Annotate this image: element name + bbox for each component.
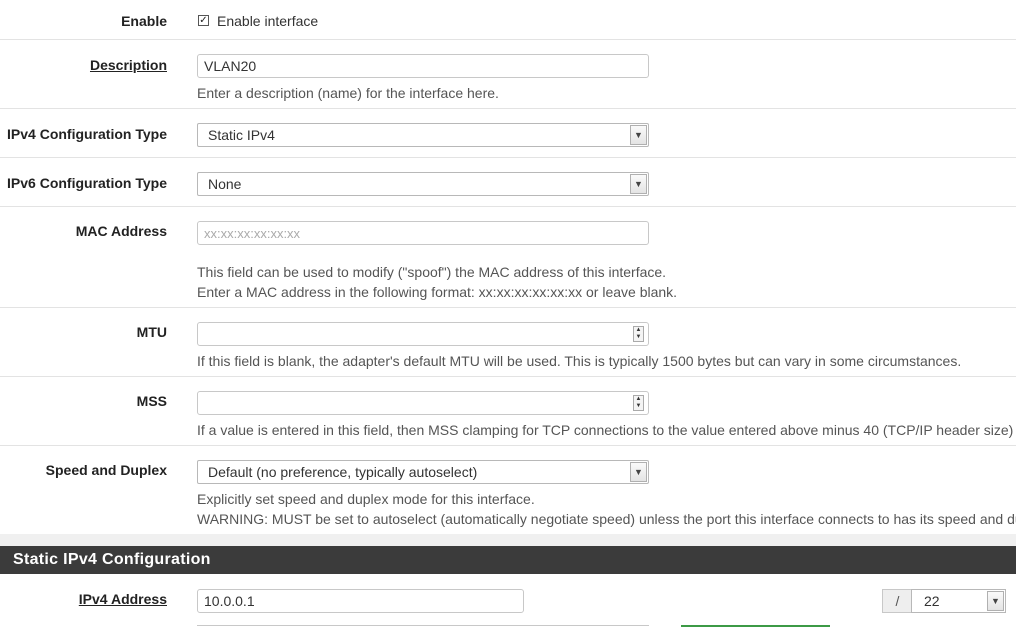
mss-row: MSS ▲ ▼ If a value is entered in this fie… [0,377,1016,446]
mac-label: MAC Address [75,223,167,239]
speed-help-line1: Explicitly set speed and duplex mode for… [197,491,535,507]
speed-select[interactable]: Default (no preference, typically autose… [197,460,649,484]
ipv6-type-row: IPv6 Configuration Type None ▼ [0,158,1016,207]
chevron-down-icon: ▼ [630,462,647,482]
ipv6-type-label: IPv6 Configuration Type [7,175,167,191]
enable-checkbox-label[interactable]: Enable interface [217,13,318,29]
section-gap [0,534,1016,546]
mac-help-line2: Enter a MAC address in the following for… [197,284,678,300]
description-help: Enter a description (name) for the inter… [197,85,499,101]
ipv4-address-row: IPv4 Address / 22 ▼ [0,574,1016,627]
mss-help: If a value is entered in this field, the… [197,422,1016,438]
description-input[interactable] [197,54,649,78]
mss-label: MSS [136,393,167,409]
ipv4-address-label: IPv4 Address [78,591,167,607]
description-row: Description Enter a description (name) f… [0,40,1016,109]
mac-help-line1: This field can be used to modify ("spoof… [197,264,667,280]
mac-input[interactable] [197,221,649,245]
description-label: Description [89,57,167,73]
mtu-row: MTU ▲ ▼ If this field is blank, the adapt… [0,308,1016,377]
speed-value: Default (no preference, typically autose… [208,464,478,480]
mtu-label: MTU [136,324,167,340]
ipv6-type-value: None [208,176,242,192]
ipv4-type-label: IPv4 Configuration Type [7,126,167,142]
ipv6-type-select[interactable]: None ▼ [197,172,649,196]
mss-input[interactable]: ▲ ▼ [197,391,649,415]
mtu-help: If this field is blank, the adapter's de… [197,353,962,369]
spinner-icon[interactable]: ▲ ▼ [633,395,644,411]
ipv4-address-input[interactable] [197,589,524,613]
cidr-select[interactable]: 22 ▼ [911,589,1006,613]
speed-label: Speed and Duplex [45,462,167,478]
mtu-input[interactable]: ▲ ▼ [197,322,649,346]
chevron-down-icon: ▼ [987,591,1004,611]
chevron-down-icon: ▼ [630,174,647,194]
speed-help-line2: WARNING: MUST be set to autoselect (auto… [197,511,1016,527]
static-ipv4-section-title: Static IPv4 Configuration [0,546,1016,574]
chevron-down-icon: ▼ [630,125,647,145]
enable-checkbox[interactable]: ✓ [198,15,209,26]
enable-label: Enable [121,13,167,29]
ipv4-type-row: IPv4 Configuration Type Static IPv4 ▼ [0,109,1016,158]
ipv4-type-value: Static IPv4 [208,127,275,143]
cidr-value: 22 [924,593,940,609]
mac-row: MAC Address This field can be used to mo… [0,207,1016,308]
spinner-icon[interactable]: ▲ ▼ [633,326,644,342]
cidr-slash: / [882,589,912,613]
ipv4-type-select[interactable]: Static IPv4 ▼ [197,123,649,147]
enable-row: Enable ✓ Enable interface [0,0,1016,40]
speed-row: Speed and Duplex Default (no preference,… [0,446,1016,534]
